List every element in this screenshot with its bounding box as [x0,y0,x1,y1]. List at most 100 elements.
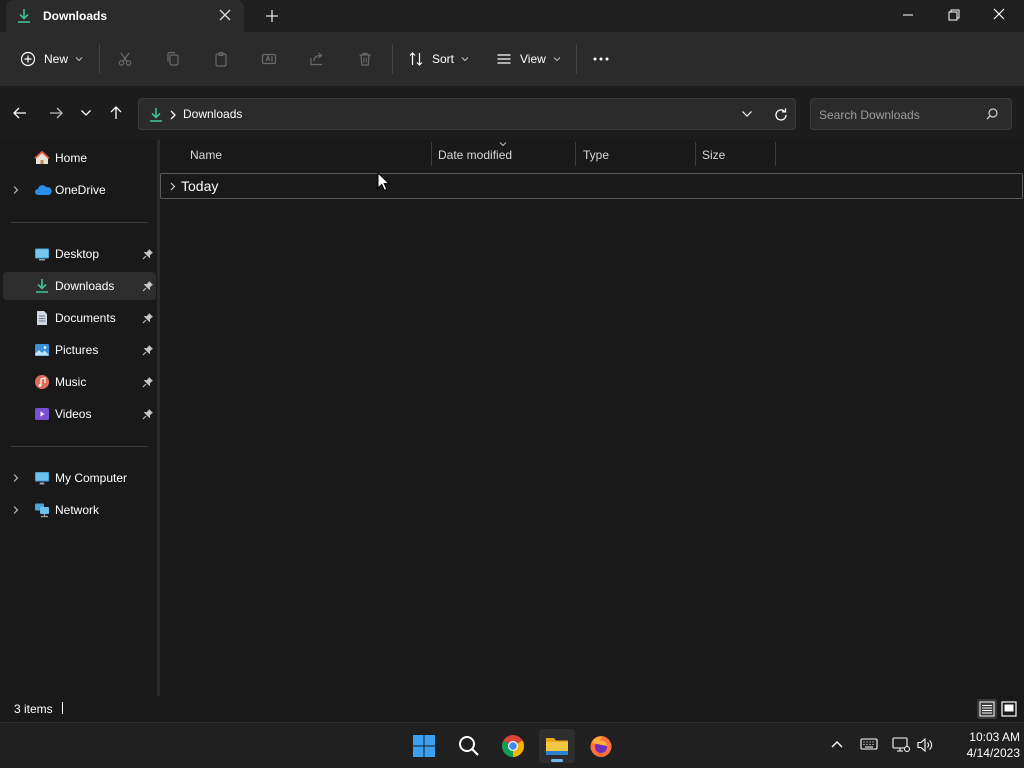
title-bar: Downloads [0,0,1024,32]
pin-icon[interactable] [142,280,154,292]
item-count: 3 items [14,702,53,716]
add-icon [20,51,36,67]
copy-icon[interactable] [165,51,181,67]
tab-title: Downloads [43,9,108,23]
new-button[interactable]: New [20,47,83,71]
search-icon[interactable] [985,107,999,121]
start-button[interactable] [406,729,442,763]
taskbar-chrome[interactable] [495,729,531,763]
recent-locations-icon[interactable] [80,107,92,119]
sidebar-item-documents[interactable]: Documents [3,304,156,332]
close-tab-icon[interactable] [218,8,232,22]
large-icons-view-icon[interactable] [999,699,1019,719]
group-label: Today [181,178,219,194]
search-icon [457,734,481,758]
column-divider[interactable] [431,142,432,166]
sidebar-item-label: My Computer [55,471,128,485]
pin-icon[interactable] [142,408,154,420]
sidebar-item-music[interactable]: Music [3,368,156,396]
sidebar-item-label: Desktop [55,247,100,261]
column-header-size[interactable]: Size [702,148,725,162]
command-bar: New Sort View [0,32,1024,87]
search-box[interactable] [810,98,1012,130]
text-caret [62,702,63,714]
pin-icon[interactable] [142,344,154,356]
column-divider[interactable] [695,142,696,166]
sidebar-item-pictures[interactable]: Pictures [3,336,156,364]
sidebar-item-label: Music [55,375,87,389]
delete-icon[interactable] [357,51,373,67]
share-icon[interactable] [309,51,325,67]
paste-icon[interactable] [213,51,229,67]
view-button[interactable]: View [496,47,561,71]
sidebar-item-label: Network [55,503,100,517]
sidebar-item-label: Downloads [55,279,115,293]
chevron-right-icon[interactable] [169,182,177,192]
new-tab-icon[interactable] [263,7,281,25]
clock-time: 10:03 AM [969,730,1020,744]
sidebar-item-label: Documents [55,311,116,325]
videos-icon [34,406,50,422]
chevron-down-icon [75,56,83,62]
mouse-cursor-icon [377,172,390,192]
address-dropdown-icon[interactable] [741,109,753,119]
refresh-icon[interactable] [773,107,789,123]
sidebar-item-onedrive[interactable]: OneDrive [3,176,156,204]
sidebar-item-label: Pictures [55,343,99,357]
sort-button[interactable]: Sort [408,47,469,71]
view-list-icon [496,51,512,67]
column-header-type[interactable]: Type [583,148,609,162]
start-icon [412,734,436,758]
pin-icon[interactable] [142,312,154,324]
chevron-right-icon[interactable] [12,505,20,515]
address-row: Downloads [0,86,1024,140]
active-indicator [551,759,563,762]
details-view-icon[interactable] [977,699,997,719]
breadcrumb-downloads[interactable]: Downloads [183,107,242,121]
column-header-name[interactable]: Name [190,148,222,162]
close-window-icon[interactable] [988,6,1010,24]
show-hidden-icons-icon[interactable] [830,739,844,749]
chevron-right-icon[interactable] [12,473,20,483]
sidebar-item-my-computer[interactable]: My Computer [3,464,156,492]
sidebar-item-network[interactable]: Network [3,496,156,524]
forward-icon[interactable] [48,105,64,121]
clock[interactable]: 10:03 AM 4/14/2023 [930,729,1020,761]
group-header-today[interactable]: Today [160,173,1023,199]
sidebar-item-home[interactable]: Home [3,144,156,172]
minimize-icon[interactable] [897,6,919,24]
back-icon[interactable] [12,105,28,121]
pin-icon[interactable] [142,376,154,388]
column-divider[interactable] [775,142,776,166]
up-icon[interactable] [108,105,124,121]
chevron-right-icon[interactable] [12,185,20,195]
cut-icon[interactable] [117,51,133,67]
network-status-icon[interactable] [892,737,910,753]
clock-date: 4/14/2023 [966,746,1020,760]
taskbar-file-explorer[interactable] [539,729,575,763]
sort-label: Sort [432,52,455,66]
search-input[interactable] [817,105,981,125]
status-bar: 3 items [0,696,1024,722]
pin-icon[interactable] [142,248,154,260]
taskbar-search-button[interactable] [451,729,487,763]
tab-downloads[interactable]: Downloads [6,0,244,32]
keyboard-icon[interactable] [860,737,878,751]
sidebar-item-desktop[interactable]: Desktop [3,240,156,268]
divider [11,446,148,447]
sidebar-item-downloads[interactable]: Downloads [3,272,156,300]
divider [576,44,577,74]
address-bar[interactable]: Downloads [138,98,796,130]
divider [392,44,393,74]
chevron-right-icon[interactable] [169,109,177,121]
chevron-down-icon [553,56,561,62]
sidebar-item-videos[interactable]: Videos [3,400,156,428]
more-icon[interactable] [592,51,610,67]
taskbar-firefox[interactable] [583,729,619,763]
column-header-date-modified[interactable]: Date modified [438,148,512,162]
rename-icon[interactable] [261,51,277,67]
column-divider[interactable] [575,142,576,166]
restore-icon[interactable] [942,6,964,24]
sort-indicator-icon [499,141,507,147]
firefox-icon [589,734,613,758]
